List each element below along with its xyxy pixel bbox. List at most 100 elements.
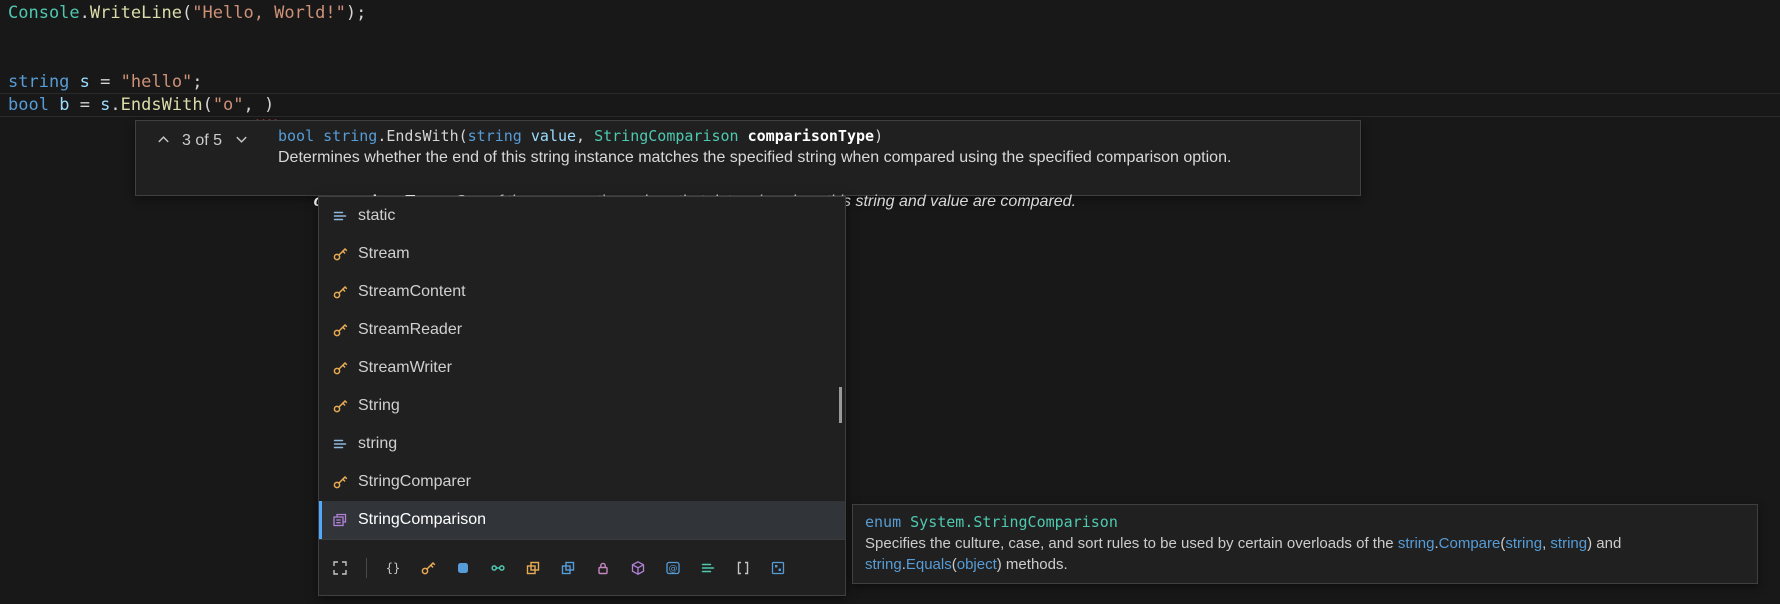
syntax-token: Equals	[906, 556, 952, 573]
syntax-token: object	[957, 556, 997, 573]
braces-icon[interactable]: {}	[384, 559, 402, 577]
completion-list-popup: static Stream StreamContent StreamReader Str…	[318, 196, 846, 596]
class-icon	[332, 360, 348, 376]
syntax-token: .	[80, 3, 90, 23]
syntax-token: and	[1592, 535, 1621, 552]
completion-filter-toolbar: {} @	[319, 539, 845, 595]
class-icon	[332, 284, 348, 300]
syntax-token: bool	[278, 127, 314, 145]
syntax-token: ;	[356, 3, 366, 23]
signature-pager: 3 of 5	[154, 132, 250, 150]
syntax-token	[739, 127, 748, 145]
syntax-token: string	[865, 556, 902, 573]
syntax-token: "o"	[213, 95, 244, 115]
code-line: string s = "hello";	[8, 71, 203, 94]
toolbar-separator	[366, 558, 367, 578]
class-icon	[332, 246, 348, 262]
code-line: bool b = s.EndsWith("o", )	[8, 94, 274, 117]
keyword-icon	[332, 208, 348, 224]
struct-squares-icon[interactable]	[559, 559, 577, 577]
signature-label: bool string.EndsWith(string value, Strin…	[278, 125, 1231, 147]
class-key-icon[interactable]	[419, 559, 437, 577]
at-symbol-icon[interactable]: @	[664, 559, 682, 577]
syntax-token	[69, 72, 79, 92]
syntax-token: Console	[8, 3, 80, 23]
details-description: Specifies the culture, case, and sort ru…	[865, 533, 1745, 575]
keyword-lines-icon[interactable]	[699, 559, 717, 577]
field-box-icon[interactable]	[454, 559, 472, 577]
completion-scrollbar[interactable]	[837, 197, 844, 539]
completion-item[interactable]: Stream	[319, 235, 845, 273]
completion-item-label: Stream	[358, 245, 410, 263]
keyword-icon	[332, 436, 348, 452]
completion-details-popup: enum System.StringComparison Specifies t…	[852, 504, 1758, 584]
syntax-token: =	[90, 72, 121, 92]
completion-item[interactable]: StreamReader	[319, 311, 845, 349]
completion-item[interactable]: StringComparison	[319, 501, 845, 539]
syntax-token: "Hello, World!"	[192, 3, 346, 23]
namespace-cube-icon[interactable]	[629, 559, 647, 577]
syntax-token	[522, 127, 531, 145]
completion-item-label: StreamReader	[358, 321, 462, 339]
completion-item-label: string	[358, 435, 397, 453]
completion-item-label: StringComparison	[358, 511, 486, 529]
completion-item[interactable]: StreamContent	[319, 273, 845, 311]
signature-content: bool string.EndsWith(string value, Strin…	[278, 125, 1231, 191]
syntax-token	[314, 127, 323, 145]
snippet-brackets-icon[interactable]	[734, 559, 752, 577]
expand-icon[interactable]	[331, 559, 349, 577]
signature-help-popup: 3 of 5 bool string.EndsWith(string value…	[135, 120, 1361, 196]
syntax-token: string	[1398, 535, 1435, 552]
chevron-up-icon	[156, 132, 171, 150]
class-icon	[332, 474, 348, 490]
completion-item-label: StreamContent	[358, 283, 466, 301]
signature-parameter-doc: comparisonType:One of the enumeration va…	[278, 169, 1231, 191]
completion-item[interactable]: StringComparer	[319, 463, 845, 501]
syntax-token: enum	[865, 513, 901, 531]
syntax-token: =	[69, 95, 100, 115]
syntax-token: ,	[576, 127, 594, 145]
symbol-boxes-icon[interactable]	[769, 559, 787, 577]
completion-item[interactable]: StreamWriter	[319, 349, 845, 387]
syntax-token: string	[8, 72, 69, 92]
completion-item-label: static	[358, 207, 395, 225]
interface-squares-icon[interactable]	[524, 559, 542, 577]
syntax-token: Specifies the culture, case, and sort ru…	[865, 535, 1398, 552]
syntax-token: string	[468, 127, 522, 145]
syntax-token: ;	[192, 72, 202, 92]
completion-item[interactable]: static	[319, 197, 845, 235]
signature-next-button[interactable]	[232, 132, 250, 150]
syntax-token: string	[1505, 535, 1542, 552]
signature-prev-button[interactable]	[154, 132, 172, 150]
linked-circles-icon[interactable]	[489, 559, 507, 577]
completion-item[interactable]: String	[319, 387, 845, 425]
completion-items: static Stream StreamContent StreamReader Str…	[319, 197, 845, 539]
syntax-token: (	[203, 95, 213, 115]
syntax-token: .EndsWith(	[377, 127, 467, 145]
syntax-token: )	[346, 3, 356, 23]
completion-item-label: String	[358, 397, 400, 415]
syntax-token: value	[531, 127, 576, 145]
syntax-token: bool	[8, 95, 49, 115]
ide-window: Console.WriteLine("Hello, World!"); stri…	[0, 0, 1780, 604]
syntax-token: "hello"	[121, 72, 193, 92]
syntax-token	[49, 95, 59, 115]
syntax-token: EndsWith	[121, 95, 203, 115]
code-line: Console.WriteLine("Hello, World!");	[8, 2, 366, 25]
completion-item-label: StringComparer	[358, 473, 471, 491]
completion-item-label: StreamWriter	[358, 359, 452, 377]
syntax-token: Compare	[1439, 535, 1501, 552]
syntax-token: (	[182, 3, 192, 23]
syntax-token: .	[110, 95, 120, 115]
svg-text:{}: {}	[386, 561, 400, 575]
lock-icon[interactable]	[594, 559, 612, 577]
syntax-token: comparisonType	[748, 127, 874, 145]
syntax-token: s	[100, 95, 110, 115]
syntax-token	[901, 513, 910, 531]
scrollbar-thumb[interactable]	[839, 387, 842, 423]
completion-item[interactable]: string	[319, 425, 845, 463]
details-signature: enum System.StringComparison	[865, 511, 1745, 533]
syntax-token: b	[59, 95, 69, 115]
syntax-token: methods.	[1002, 556, 1068, 573]
syntax-token: string	[323, 127, 377, 145]
